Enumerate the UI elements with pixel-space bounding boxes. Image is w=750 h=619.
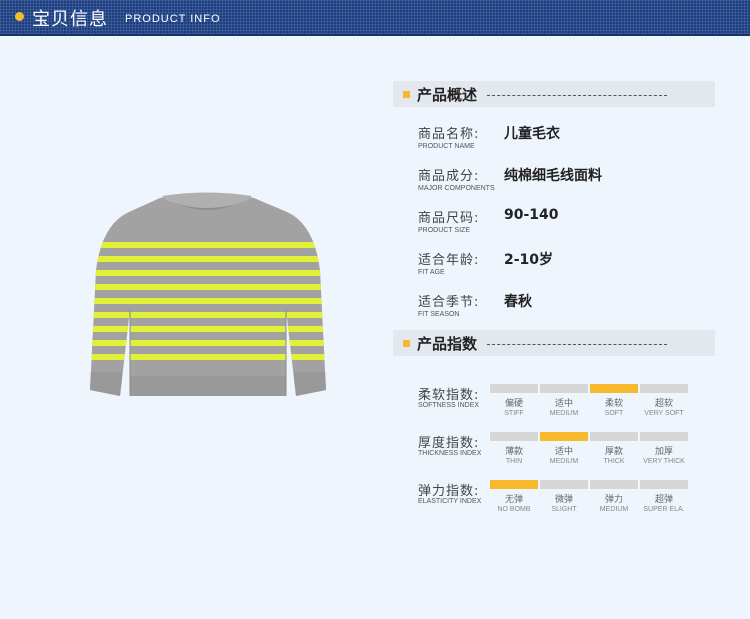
- selected-level-bar: [590, 384, 638, 393]
- index-section-header: 产品指数: [393, 330, 715, 356]
- dashed-divider: [487, 344, 667, 345]
- index-label-en: ELASTICITY INDEX: [418, 498, 482, 505]
- section-title: 宝贝信息: [32, 9, 108, 30]
- level-label-en: SLIGHT: [551, 506, 577, 513]
- level-bar: [590, 480, 638, 489]
- sweater-stripe: [90, 270, 326, 276]
- level-label: 柔软: [604, 399, 623, 409]
- index-label-en: SOFTNESS INDEX: [418, 402, 480, 409]
- row-value: 纯棉细毛线面料: [504, 168, 602, 184]
- sweater-stripe: [90, 340, 326, 346]
- level-label-en: STIFF: [504, 410, 524, 417]
- level-label-en: SUPER ELA.: [643, 506, 685, 513]
- level-label: 超弹: [654, 495, 673, 505]
- level-label: 薄款: [504, 447, 523, 457]
- row-label-en: PRODUCT SIZE: [418, 227, 470, 234]
- index-scale-segment: 适中 MEDIUM: [540, 384, 588, 424]
- index-label: 厚度指数:: [418, 436, 480, 451]
- row-value: 儿童毛衣: [504, 126, 560, 142]
- square-bullet-icon: [403, 340, 410, 347]
- sweater-stripe: [90, 242, 326, 248]
- level-label-en: SOFT: [604, 410, 624, 417]
- level-label: 适中: [554, 399, 573, 409]
- sweater-product-image: [90, 192, 326, 396]
- overview-section-header: 产品概述: [393, 81, 715, 107]
- sweater-stripe: [90, 298, 326, 304]
- overview-row: 商品名称: PRODUCT NAME 儿童毛衣: [418, 123, 560, 150]
- index-scale-segment: 加厚 VERY THICK: [640, 432, 688, 472]
- row-label-en: FIT AGE: [418, 269, 445, 276]
- level-label: 弹力: [604, 495, 623, 505]
- overview-row: 商品成分: MAJOR COMPONENTS 纯棉细毛线面料: [418, 165, 602, 192]
- index-label-en: THICKNESS INDEX: [418, 450, 482, 457]
- index-scale-segment: 偏硬 STIFF: [490, 384, 538, 424]
- sweater-stripe: [90, 312, 326, 318]
- square-bullet-icon: [403, 91, 410, 98]
- row-value: 春秋: [504, 294, 532, 310]
- level-bar: [640, 480, 688, 489]
- level-label: 加厚: [654, 447, 673, 457]
- level-label: 无弹: [504, 495, 523, 505]
- row-value: 2-10岁: [504, 252, 554, 268]
- level-bar: [640, 432, 688, 441]
- index-row: 弹力指数: ELASTICITY INDEX 无弹 NO BOMB 微弹 SLIGHT 弹力…: [418, 480, 718, 520]
- overview-row: 适合年龄: FIT AGE 2-10岁: [418, 249, 553, 276]
- row-label: 商品成分:: [418, 169, 480, 184]
- row-label: 适合年龄:: [418, 253, 480, 268]
- sweater-stripe: [90, 326, 326, 332]
- row-label-en: MAJOR COMPONENTS: [418, 185, 495, 192]
- level-label-en: NO BOMB: [497, 506, 531, 513]
- row-label-en: PRODUCT NAME: [418, 143, 475, 150]
- level-label-en: VERY THICK: [643, 458, 685, 465]
- level-label-en: MEDIUM: [549, 458, 579, 465]
- row-label: 商品名称:: [418, 127, 480, 142]
- row-label-en: FIT SEASON: [418, 311, 460, 318]
- section-title-en: PRODUCT INFO: [125, 13, 221, 25]
- level-label: 适中: [554, 447, 573, 457]
- level-label-en: VERY SOFT: [644, 410, 684, 417]
- index-scale-segment: 厚款 THICK: [590, 432, 638, 472]
- index-scale-segment: 超软 VERY SOFT: [640, 384, 688, 424]
- selected-level-bar: [540, 432, 588, 441]
- level-bar: [540, 480, 588, 489]
- index-scale-segment: 柔软 SOFT: [590, 384, 638, 424]
- index-scale-segment: 微弹 SLIGHT: [540, 480, 588, 520]
- row-value: 90-140: [504, 207, 559, 223]
- index-row: 柔软指数: SOFTNESS INDEX 偏硬 STIFF 适中 MEDIUM 柔软 SOFT…: [418, 384, 718, 424]
- level-bar: [490, 432, 538, 441]
- overview-title: 产品概述: [417, 86, 478, 104]
- overview-row: 适合季节: FIT SEASON 春秋: [418, 291, 532, 318]
- sweater-stripe: [90, 354, 326, 360]
- bullet-dot-icon: [15, 12, 24, 21]
- index-scale-segment: 适中 MEDIUM: [540, 432, 588, 472]
- sweater-stripe: [90, 256, 326, 262]
- level-bar: [640, 384, 688, 393]
- index-label: 柔软指数:: [418, 388, 480, 403]
- level-bar: [490, 384, 538, 393]
- level-label-en: MEDIUM: [549, 410, 579, 417]
- level-label: 厚款: [604, 447, 623, 457]
- level-label-en: MEDIUM: [599, 506, 629, 513]
- level-label-en: THIN: [505, 458, 523, 465]
- level-label: 超软: [654, 399, 673, 409]
- level-label: 微弹: [554, 495, 573, 505]
- index-scale-segment: 无弹 NO BOMB: [490, 480, 538, 520]
- index-scale-segment: 弹力 MEDIUM: [590, 480, 638, 520]
- level-bar: [540, 384, 588, 393]
- row-label: 商品尺码:: [418, 211, 480, 226]
- level-bar: [590, 432, 638, 441]
- index-label: 弹力指数:: [418, 484, 480, 499]
- section-header-bar: 宝贝信息 PRODUCT INFO: [0, 0, 750, 36]
- index-scale-segment: 超弹 SUPER ELA.: [640, 480, 688, 520]
- level-label: 偏硬: [504, 399, 523, 409]
- index-row: 厚度指数: THICKNESS INDEX 薄款 THIN 适中 MEDIUM 厚款 THIC…: [418, 432, 718, 472]
- index-scale-segment: 薄款 THIN: [490, 432, 538, 472]
- overview-row: 商品尺码: PRODUCT SIZE 90-140: [418, 207, 559, 234]
- sweater-stripe: [90, 284, 326, 290]
- dashed-divider: [487, 95, 667, 96]
- row-label: 适合季节:: [418, 295, 480, 310]
- level-label-en: THICK: [603, 458, 625, 465]
- selected-level-bar: [490, 480, 538, 489]
- index-title: 产品指数: [417, 335, 478, 353]
